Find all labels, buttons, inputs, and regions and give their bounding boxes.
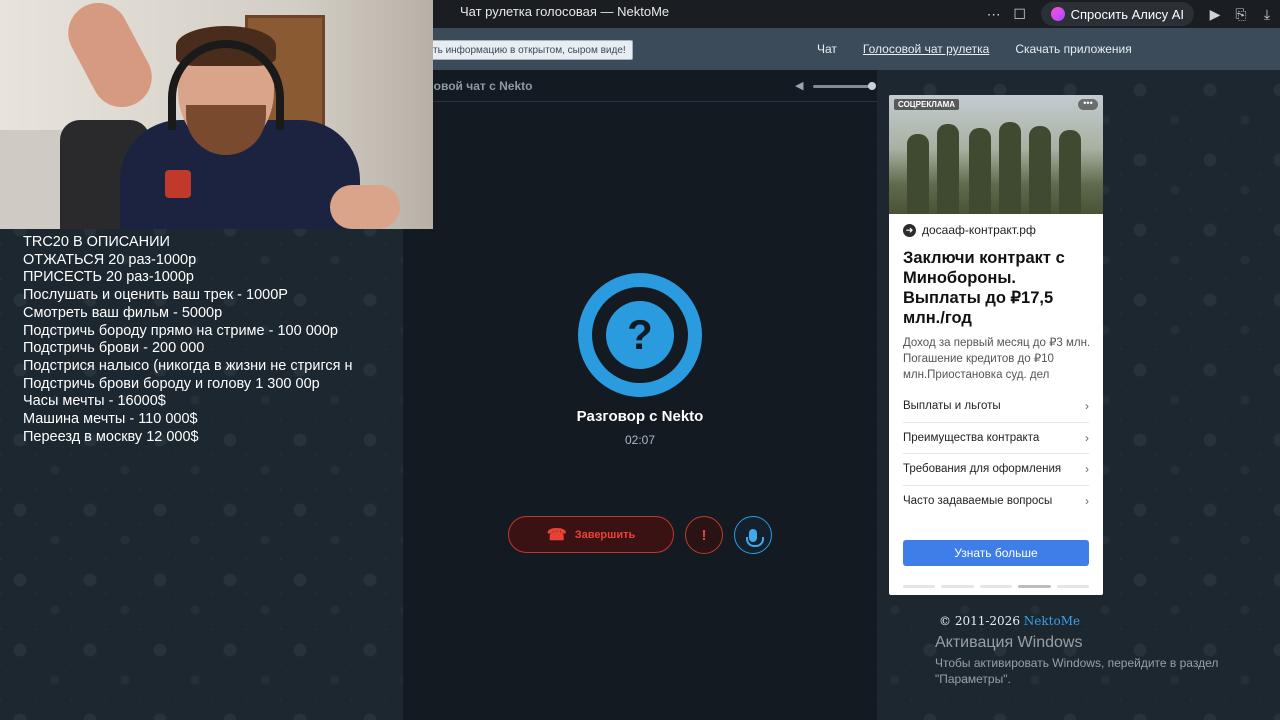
carousel-dot[interactable] <box>979 585 1013 588</box>
chevron-right-icon: › <box>1085 462 1089 477</box>
main-nav: Чат Голосовой чат рулетка Скачать прилож… <box>817 42 1132 56</box>
carousel-dot[interactable] <box>941 585 974 588</box>
arrow-right-icon: ➜ <box>903 223 916 237</box>
ask-alice-button[interactable]: Спросить Алису AI <box>1040 2 1194 26</box>
chevron-right-icon: › <box>1085 430 1089 445</box>
stream-line: ОТЖАТЬСЯ 20 раз-1000р <box>23 251 197 268</box>
ad-link-requirements[interactable]: Требования для оформления › <box>903 454 1089 486</box>
voice-chat-panel: совой чат с Nekto ◀ ? Разговор с Nekto 0… <box>403 70 877 720</box>
anonymous-avatar: ? <box>578 273 702 397</box>
carousel-dot[interactable] <box>1056 585 1090 588</box>
hang-up-icon: ☎ <box>546 526 567 544</box>
stream-line: TRC20 В ОПИСАНИИ <box>23 234 170 250</box>
ad-domain[interactable]: ➜ досааф-контракт.рф <box>903 223 1036 237</box>
ad-description: Доход за первый месяц до ₽3 млн. Погашен… <box>903 337 1091 381</box>
media-play-icon[interactable]: ▶ <box>1202 3 1228 25</box>
ad-links: Выплаты и льготы › Преимущества контракта… <box>903 391 1089 517</box>
footer-nektome-link[interactable]: NektoMe <box>1024 614 1080 628</box>
stream-line: Машина мечты - 110 000$ <box>23 411 198 428</box>
stream-line: Подстричь бороду прямо на стриме - 100 0… <box>23 322 338 339</box>
download-icon[interactable]: ⤓ <box>1254 3 1280 25</box>
ad-cta-button[interactable]: Узнать больше <box>903 540 1089 566</box>
info-notice: ть информацию в открытом, сыром виде! <box>420 40 633 60</box>
stream-line: Подстрися налысо (никогда в жизни не стр… <box>23 357 353 374</box>
report-button[interactable]: ! <box>685 516 723 554</box>
chevron-right-icon: › <box>1085 399 1089 414</box>
ad-menu-button[interactable]: ••• <box>1078 99 1098 110</box>
translate-icon[interactable]: ⎘ <box>1228 3 1254 25</box>
footer-copyright: © 2011-2026 NektoMe <box>939 614 1081 628</box>
chat-header: совой чат с Nekto ◀ <box>403 70 877 102</box>
chat-header-title: совой чат с Nekto <box>427 79 533 93</box>
volume-control[interactable]: ◀ <box>795 80 876 92</box>
ad-headline[interactable]: Заключи контракт с Минобороны. Выплаты д… <box>903 248 1093 328</box>
volume-slider-handle[interactable] <box>868 81 876 90</box>
bookmark-icon[interactable]: ☐ <box>1007 3 1033 25</box>
stream-line: Послушать и оценить ваш трек - 1000Р <box>23 287 288 304</box>
chevron-right-icon: › <box>1085 494 1089 509</box>
call-timer: 02:07 <box>624 433 656 447</box>
ad-link-advantages[interactable]: Преимущества контракта › <box>903 423 1089 454</box>
webcam-overlay <box>0 0 433 229</box>
ad-image[interactable]: СОЦРЕКЛАМА ••• <box>889 95 1103 214</box>
shield-alert-icon: ! <box>701 526 707 544</box>
microphone-button[interactable] <box>734 516 772 554</box>
stream-line: Подстричь брови - 200 000 <box>23 340 205 357</box>
carousel-dot-active[interactable] <box>1018 585 1051 588</box>
windows-activation-title: Активация Windows <box>935 634 1083 651</box>
alice-icon <box>1050 7 1065 21</box>
stream-line: Переезд в москву 12 000$ <box>23 428 199 445</box>
stream-line: Смотреть ваш фильм - 5000р <box>23 304 223 321</box>
ad-card[interactable]: СОЦРЕКЛАМА ••• ➜ досааф-контракт.рф Закл… <box>889 95 1103 595</box>
end-call-button[interactable]: ☎ Завершить <box>508 516 674 553</box>
nav-voice-chat[interactable]: Голосовой чат рулетка <box>863 42 989 56</box>
ad-link-faq[interactable]: Часто задаваемые вопросы › <box>903 486 1089 518</box>
browser-actions: ⋯ ☐ Спросить Алису AI ▶ ⎘ ⤓ <box>981 0 1280 28</box>
nav-download-apps[interactable]: Скачать приложения <box>1015 42 1131 56</box>
ad-tag: СОЦРЕКЛАМА <box>894 99 960 110</box>
question-mark-icon: ? <box>606 301 674 369</box>
stream-line: Часы мечты - 16000$ <box>23 393 166 410</box>
nav-chat[interactable]: Чат <box>817 42 837 56</box>
microphone-icon <box>746 528 764 547</box>
windows-activation-subtitle: Чтобы активировать Windows, перейдите в … <box>935 656 1219 686</box>
volume-slider[interactable] <box>813 81 876 90</box>
conversation-title: Разговор с Nekto <box>576 408 704 425</box>
volume-icon: ◀ <box>795 80 804 92</box>
more-horizontal-icon[interactable]: ⋯ <box>981 3 1007 25</box>
ad-carousel-indicator[interactable] <box>903 585 1090 588</box>
stream-price-list: TRC20 В ОПИСАНИИ ОТЖАТЬСЯ 20 раз-1000р П… <box>23 234 375 446</box>
end-call-label: Завершить <box>574 528 636 541</box>
ask-alice-label: Спросить Алису AI <box>1070 6 1184 22</box>
carousel-dot[interactable] <box>903 585 936 588</box>
ad-domain-text: досааф-контракт.рф <box>922 223 1036 237</box>
stream-line: ПРИСЕСТЬ 20 раз-1000р <box>23 269 194 286</box>
ad-link-payments[interactable]: Выплаты и льготы › <box>903 391 1089 423</box>
stream-line: Подстричь брови бороду и голову 1 300 00… <box>23 375 320 392</box>
tab-title: Чат рулетка голосовая — NektoMe <box>460 4 670 19</box>
